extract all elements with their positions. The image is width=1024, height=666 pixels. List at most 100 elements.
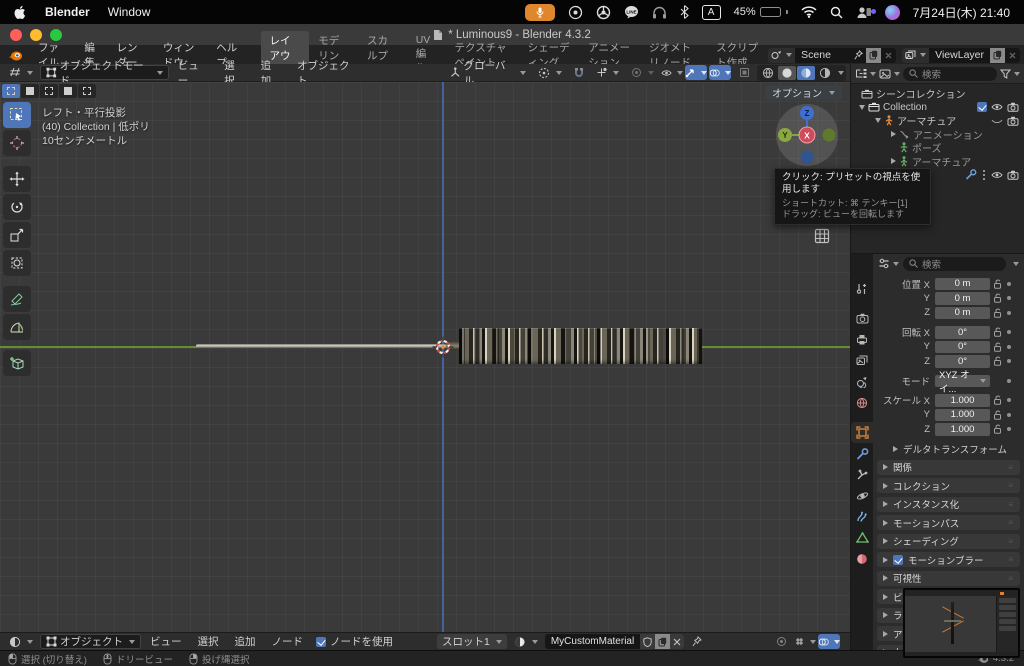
lock-icon[interactable] [990, 410, 1004, 420]
tab-object-data[interactable] [851, 527, 873, 548]
material-copy-button[interactable] [655, 634, 670, 649]
expand-icon[interactable] [859, 105, 865, 110]
tool-annotate[interactable] [3, 286, 31, 312]
menubar-item-window[interactable]: Window [108, 5, 151, 19]
lock-icon[interactable] [990, 424, 1004, 434]
tab-view-layer[interactable] [851, 350, 873, 371]
use-nodes-checkbox[interactable] [316, 637, 326, 647]
siri-icon[interactable] [885, 5, 900, 20]
section-instancing[interactable]: インスタンス化≡ [877, 497, 1020, 512]
eye-closed-icon[interactable] [991, 117, 1003, 125]
scene-browse-button[interactable] [768, 48, 795, 63]
wheel-icon[interactable] [596, 5, 611, 20]
chevron-down-icon[interactable] [1013, 262, 1019, 266]
scale-y-field[interactable]: 1.000 [935, 409, 990, 422]
shading-rendered-button[interactable] [816, 66, 834, 80]
rotation-y-field[interactable]: 0° [935, 341, 990, 354]
rotation-mode-dropdown[interactable]: XYZ オイ... [935, 375, 990, 388]
select-subtract-button[interactable] [40, 84, 58, 98]
animate-dot[interactable] [1004, 413, 1014, 417]
camera-icon[interactable] [1007, 102, 1019, 112]
scale-z-field[interactable]: 1.000 [935, 423, 990, 436]
blender-logo-icon[interactable] [8, 49, 23, 62]
outliner-row-scene-collection[interactable]: シーンコレクション [851, 87, 1024, 101]
shader-type-selector[interactable]: オブジェクト [40, 634, 141, 649]
outliner-search-input[interactable]: 検索 [903, 67, 997, 81]
material-browse-button[interactable] [509, 635, 543, 649]
lock-icon[interactable] [990, 395, 1004, 405]
shading-wireframe-button[interactable] [759, 66, 777, 80]
outliner-row-armature-object[interactable]: アーマチュア [851, 114, 1024, 128]
lock-icon[interactable] [990, 293, 1004, 303]
select-extend-button[interactable] [21, 84, 39, 98]
shader-menu-node[interactable]: ノード [265, 634, 311, 649]
tab-object[interactable] [851, 422, 873, 443]
lock-icon[interactable] [990, 356, 1004, 366]
outliner-display-mode-button[interactable] [879, 69, 900, 79]
fake-user-shield-button[interactable] [640, 634, 655, 649]
properties-search-input[interactable]: 検索 [903, 257, 1006, 271]
expand-icon[interactable] [875, 118, 881, 123]
tool-transform[interactable] [3, 250, 31, 276]
options-button[interactable]: オプション [765, 85, 842, 100]
mode-selector[interactable]: オブジェクトモード [40, 65, 169, 80]
tab-world[interactable] [851, 392, 873, 413]
tab-particles[interactable] [851, 506, 873, 527]
scale-x-field[interactable]: 1.000 [935, 394, 990, 407]
proportional-editing-toggle[interactable] [626, 66, 659, 79]
section-shading[interactable]: シェーディング≡ [877, 534, 1020, 549]
outliner-row-animation[interactable]: アニメーション [851, 128, 1024, 142]
shader-menu-select[interactable]: 選択 [191, 634, 226, 649]
lock-icon[interactable] [990, 342, 1004, 352]
tool-move[interactable] [3, 166, 31, 192]
lock-icon[interactable] [990, 279, 1004, 289]
viewlayer-remove-button[interactable] [1005, 52, 1020, 59]
tool-select-box[interactable] [3, 102, 31, 128]
select-intersect-button[interactable] [78, 84, 96, 98]
viewlayer-browse-button[interactable] [902, 48, 929, 63]
location-y-field[interactable]: 0 m [935, 292, 990, 305]
tool-cursor[interactable] [3, 130, 31, 156]
animate-dot[interactable] [1004, 427, 1014, 431]
location-x-field[interactable]: 0 m [935, 278, 990, 291]
select-set-button[interactable] [2, 84, 20, 98]
animate-dot[interactable] [1004, 398, 1014, 402]
chat-app-icon[interactable]: LINE [624, 5, 639, 19]
pivot-point-selector[interactable] [533, 66, 567, 80]
select-invert-button[interactable] [59, 84, 77, 98]
headphones-icon[interactable] [652, 6, 667, 19]
snap-target-selector[interactable] [591, 66, 624, 79]
perspective-toggle-button[interactable] [814, 228, 830, 244]
apple-logo-icon[interactable] [14, 5, 27, 20]
object-visibility-dropdown[interactable] [661, 65, 683, 80]
tool-add-cube[interactable] [3, 350, 31, 376]
material-unlink-button[interactable] [670, 634, 684, 649]
animate-dot[interactable] [1004, 379, 1014, 383]
lock-icon[interactable] [990, 327, 1004, 337]
mesh-blade[interactable] [196, 344, 446, 348]
animate-dot[interactable] [1004, 311, 1014, 315]
animate-dot[interactable] [1004, 330, 1014, 334]
shader-snap-icon[interactable] [770, 634, 792, 649]
user-icon[interactable] [856, 6, 872, 19]
viewlayer-name-field[interactable]: ViewLayer [929, 49, 990, 61]
filter-icon[interactable] [1000, 69, 1020, 79]
editor-type-button[interactable] [4, 66, 38, 79]
tab-physics[interactable] [851, 485, 873, 506]
animate-dot[interactable] [1004, 296, 1014, 300]
tab-output[interactable] [851, 329, 873, 350]
record-circle-icon[interactable] [568, 5, 583, 20]
shader-menu-add[interactable]: 追加 [228, 634, 263, 649]
tab-constraints[interactable] [851, 464, 873, 485]
wifi-icon[interactable] [801, 6, 817, 18]
rotation-z-field[interactable]: 0° [935, 355, 990, 368]
pin-icon[interactable] [692, 636, 702, 647]
bluetooth-icon[interactable] [680, 5, 689, 19]
camera-icon[interactable] [1007, 116, 1019, 126]
section-motion-blur[interactable]: モーションブラー≡ [877, 552, 1020, 567]
animate-dot[interactable] [1004, 345, 1014, 349]
search-icon[interactable] [830, 6, 843, 19]
scene-new-button[interactable] [866, 48, 881, 63]
tab-modifiers[interactable] [851, 443, 873, 464]
lock-icon[interactable] [990, 308, 1004, 318]
